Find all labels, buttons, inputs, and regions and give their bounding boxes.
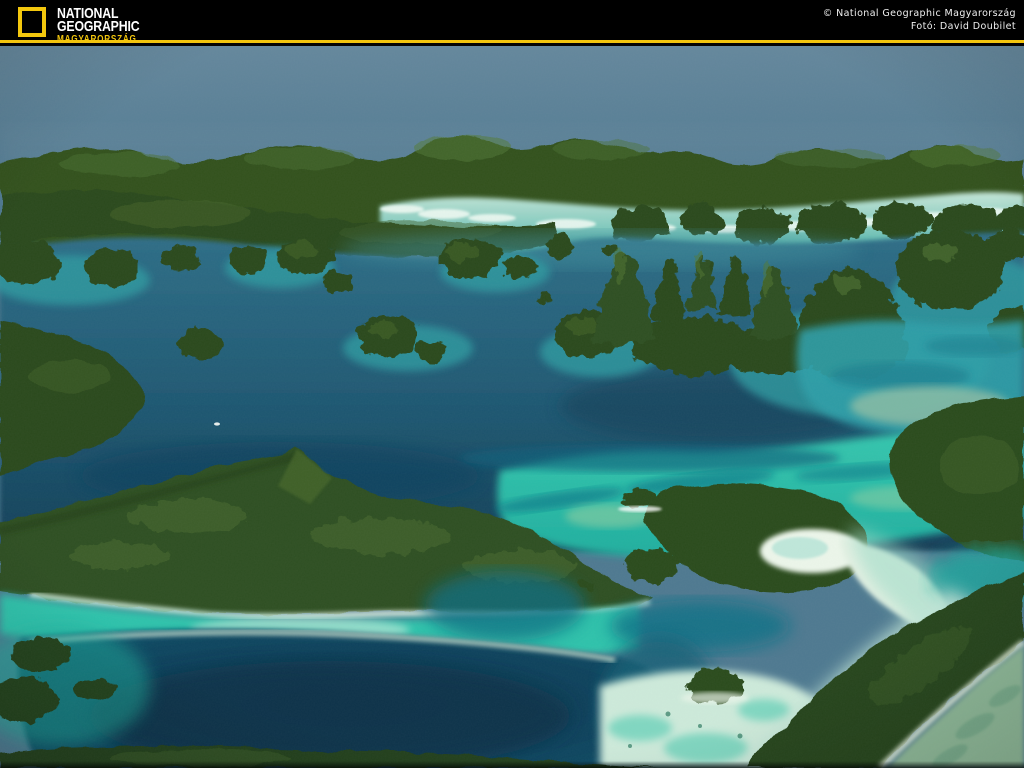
wallpaper: NATIONAL GEOGRAPHIC MAGYARORSZÁG © Natio… [0, 0, 1024, 768]
credit-copyright: © National Geographic Magyarország [823, 7, 1016, 20]
photo-credit: © National Geographic Magyarország Fotó:… [823, 7, 1016, 33]
credit-photographer: Fotó: David Doubilet [823, 20, 1016, 33]
photo-atmosphere [0, 46, 1024, 768]
bottom-vignette [0, 761, 1024, 768]
header-bar: NATIONAL GEOGRAPHIC MAGYARORSZÁG © Natio… [0, 0, 1024, 40]
nat-geo-frame-icon [18, 7, 46, 37]
photo-aerial-islands [0, 46, 1024, 768]
logo-line2: GEOGRAPHIC [57, 20, 139, 33]
divider-gap [0, 43, 1024, 46]
